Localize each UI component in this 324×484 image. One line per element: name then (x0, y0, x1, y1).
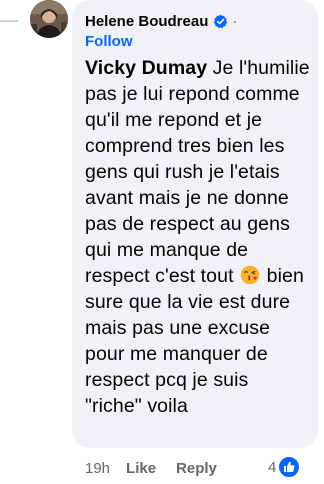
reply-button[interactable]: Reply (176, 460, 217, 477)
like-button[interactable]: Like (126, 460, 156, 477)
thread-connector-line (0, 0, 18, 22)
avatar[interactable] (30, 0, 68, 38)
comment-text: Vicky Dumay Je l'humilie pas je lui repo… (85, 55, 310, 419)
follow-button[interactable]: Follow (85, 32, 306, 51)
comment-text-part-1: Je l'humilie pas je lui repond comme qu'… (85, 57, 310, 287)
timestamp[interactable]: 19h (85, 460, 110, 477)
comment-header: Helene Boudreau · (85, 10, 306, 32)
comment-actions: 19h Like Reply (85, 460, 217, 477)
reaction-count: 4 (268, 458, 277, 476)
reaction-summary[interactable]: 4 (268, 456, 301, 478)
kissing-face-with-heart-emoji (240, 265, 260, 285)
comment-text-part-2: bien sure que la vie est dure mais pas u… (85, 265, 304, 417)
like-reaction-icon (278, 456, 301, 478)
separator-dot: · (232, 12, 238, 30)
mention-link[interactable]: Vicky Dumay (85, 57, 207, 79)
avatar-photo (30, 0, 68, 38)
comment-bubble: Helene Boudreau · Follow Vicky Dumay Je … (72, 0, 318, 448)
author-name[interactable]: Helene Boudreau (85, 13, 208, 30)
verified-badge-icon (214, 14, 228, 28)
